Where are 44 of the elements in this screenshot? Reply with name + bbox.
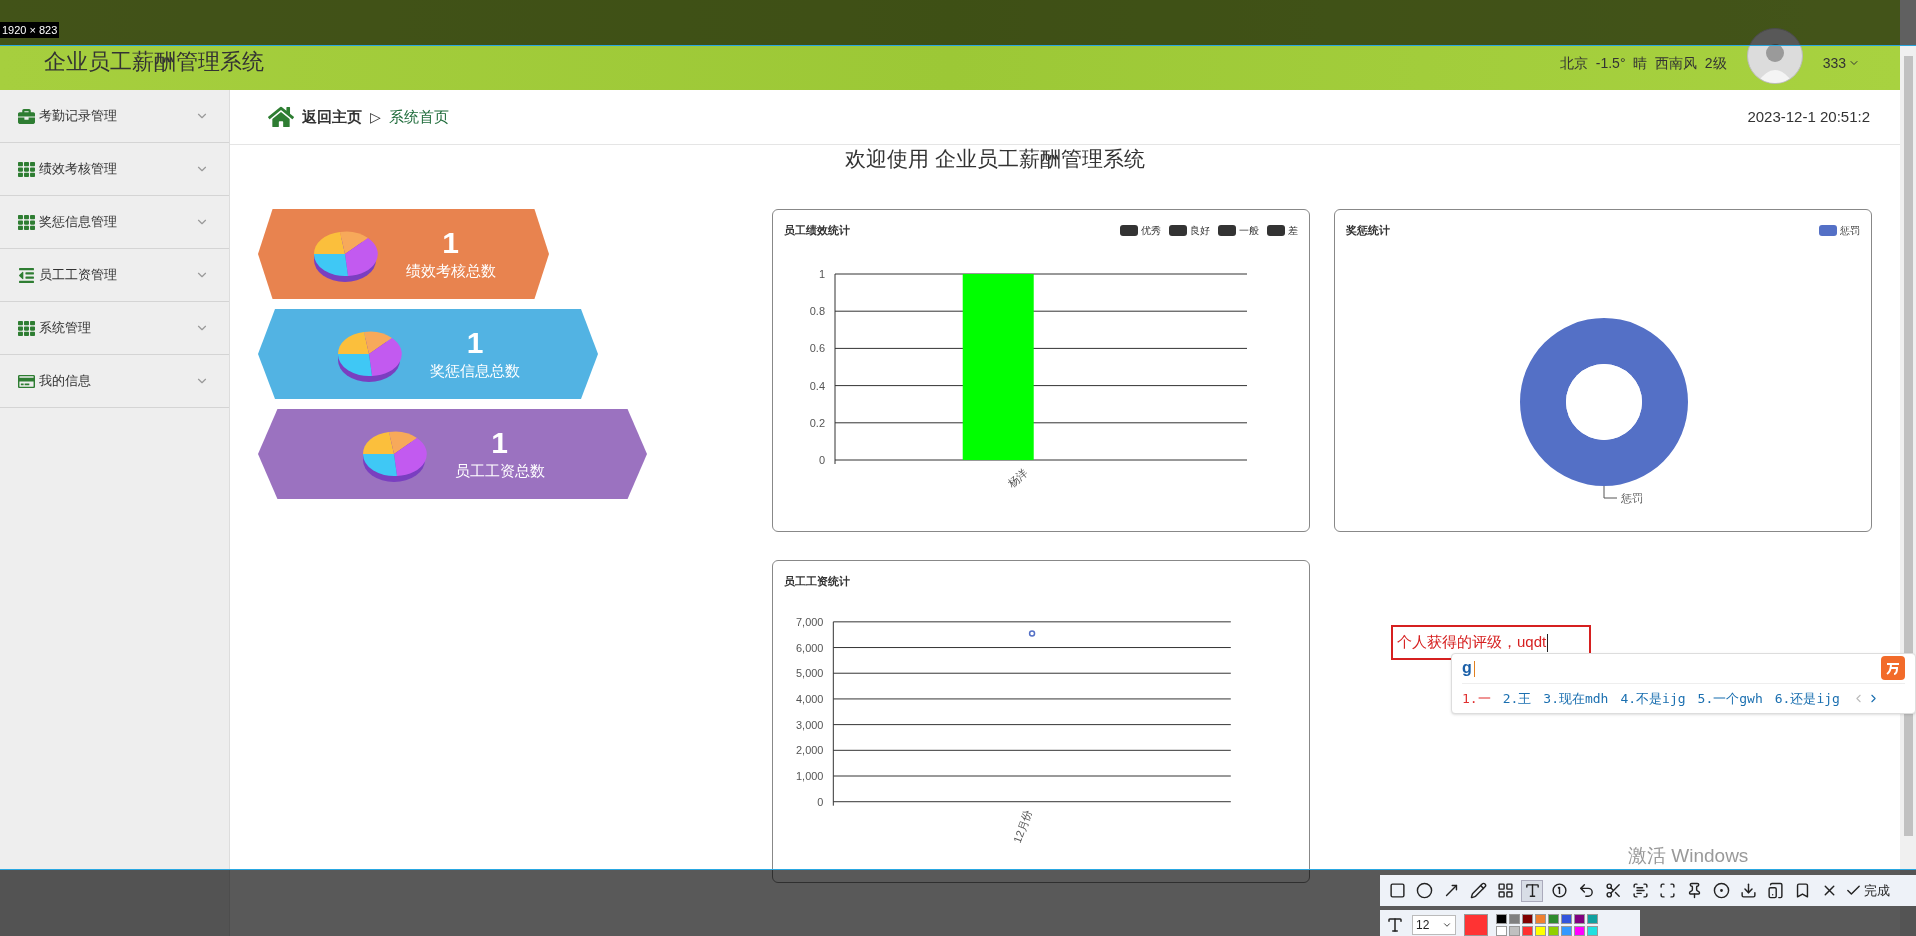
datetime-text: 2023-12-1 20:51:2 xyxy=(1747,106,1870,127)
selection-size-label: 1920 × 823 xyxy=(0,22,60,38)
sidebar-item-label: 绩效考核管理 xyxy=(39,160,117,179)
axis-tick-label: 6,000 xyxy=(796,641,824,654)
stat-value: 1 xyxy=(466,325,484,360)
legend-label: 差 xyxy=(1288,223,1298,238)
breadcrumb-separator: ▷ xyxy=(370,107,381,127)
sidebar-item-label: 奖惩信息管理 xyxy=(39,213,117,232)
sidebar-item-label: 员工工资管理 xyxy=(39,266,117,285)
sidebar-item-label: 考勤记录管理 xyxy=(39,107,117,126)
axis-tick-label: 1,000 xyxy=(796,769,824,782)
chart-title: 员工绩效统计 xyxy=(784,222,850,238)
stat-value: 1 xyxy=(442,225,459,260)
axis-tick-label: 4,000 xyxy=(796,692,824,705)
chart-title: 奖惩统计 xyxy=(1346,222,1390,238)
app-title: 企业员工薪酬管理系统 xyxy=(44,48,264,76)
stat-label: 奖惩信息总数 xyxy=(430,360,520,381)
sidebar-item-label: 我的信息 xyxy=(39,372,91,391)
legend-label: 良好 xyxy=(1190,223,1210,238)
axis-tick-label: 0 xyxy=(817,795,824,808)
legend-label: 惩罚 xyxy=(1840,223,1860,238)
stat-label: 员工工资总数 xyxy=(454,460,545,481)
chart-title: 员工工资统计 xyxy=(784,573,850,589)
legend-label: 优秀 xyxy=(1141,223,1161,238)
axis-tick-label: 0 xyxy=(818,454,825,466)
axis-category-label: 12月份 xyxy=(1011,808,1034,845)
stat-value: 1 xyxy=(491,425,508,460)
axis-tick-label: 0.6 xyxy=(809,342,825,355)
axis-tick-label: 7,000 xyxy=(796,615,824,628)
slice-label: 惩罚 xyxy=(1621,492,1643,504)
axis-tick-label: 1 xyxy=(818,268,825,280)
axis-category-label: 杨洋 xyxy=(1005,466,1030,490)
axis-tick-label: 0.4 xyxy=(809,379,825,392)
legend-label: 一般 xyxy=(1239,223,1259,238)
axis-tick-label: 2,000 xyxy=(796,744,824,757)
welcome-title: 欢迎使用 企业员工薪酬管理系统 xyxy=(845,146,1145,172)
axis-tick-label: 0.8 xyxy=(809,305,825,318)
axis-tick-label: 3,000 xyxy=(796,718,824,731)
weather-text: 北京 -1.5° 晴 西南风 2级 xyxy=(1560,53,1727,73)
os-activation-notice: 激活 Windows xyxy=(1628,844,1749,868)
stat-label: 绩效考核总数 xyxy=(405,260,496,281)
axis-tick-label: 0.2 xyxy=(809,416,825,429)
sidebar-item-label: 系统管理 xyxy=(39,319,91,338)
axis-tick-label: 5,000 xyxy=(796,667,824,679)
